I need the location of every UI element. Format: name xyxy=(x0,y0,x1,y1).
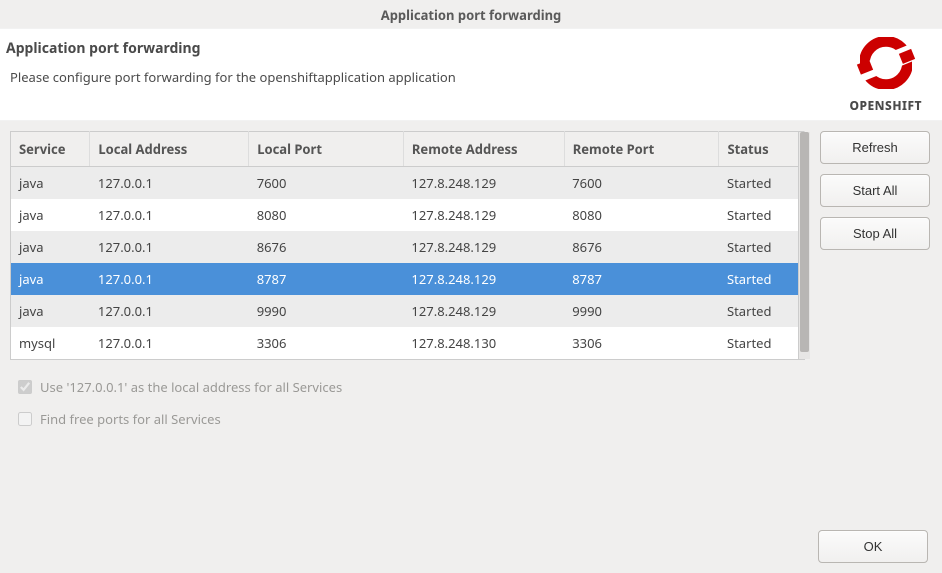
table-row[interactable]: java127.0.0.19990127.8.248.1299990Starte… xyxy=(11,295,805,327)
cell-status: Started xyxy=(719,167,805,200)
refresh-button[interactable]: Refresh xyxy=(820,131,930,164)
cell-local-port: 7600 xyxy=(249,167,404,200)
use-local-address-option: Use '127.0.0.1' as the local address for… xyxy=(18,378,936,396)
use-local-address-checkbox xyxy=(18,380,32,394)
cell-local-address: 127.0.0.1 xyxy=(90,327,249,360)
col-remote-address[interactable]: Remote Address xyxy=(403,132,564,167)
cell-local-port: 9990 xyxy=(249,295,404,327)
cell-service: mysql xyxy=(11,327,90,360)
table-body: java127.0.0.17600127.8.248.1297600Starte… xyxy=(11,167,805,360)
footer: OK xyxy=(818,530,928,563)
brand-text: OPENSHIFT xyxy=(849,97,922,114)
cell-local-port: 8080 xyxy=(249,199,404,231)
table-row[interactable]: java127.0.0.18080127.8.248.1298080Starte… xyxy=(11,199,805,231)
cell-local-port: 8787 xyxy=(249,263,404,295)
table-row[interactable]: java127.0.0.18676127.8.248.1298676Starte… xyxy=(11,231,805,263)
cell-local-port: 8676 xyxy=(249,231,404,263)
cell-remote-address: 127.8.248.130 xyxy=(403,327,564,360)
header-text: Application port forwarding Please confi… xyxy=(6,33,456,86)
table-row[interactable]: java127.0.0.17600127.8.248.1297600Starte… xyxy=(11,167,805,200)
cell-local-address: 127.0.0.1 xyxy=(90,231,249,263)
cell-local-address: 127.0.0.1 xyxy=(90,167,249,200)
table-row[interactable]: mysql127.0.0.13306127.8.248.1303306Start… xyxy=(11,327,805,360)
cell-local-address: 127.0.0.1 xyxy=(90,199,249,231)
options-panel: Use '127.0.0.1' as the local address for… xyxy=(0,364,942,428)
cell-remote-port: 8676 xyxy=(564,231,719,263)
cell-status: Started xyxy=(719,295,805,327)
cell-remote-address: 127.8.248.129 xyxy=(403,231,564,263)
openshift-logo-icon xyxy=(851,33,921,93)
cell-remote-address: 127.8.248.129 xyxy=(403,199,564,231)
free-ports-label: Find free ports for all Services xyxy=(40,410,221,428)
cell-service: java xyxy=(11,167,90,200)
cell-status: Started xyxy=(719,327,805,360)
port-forwarding-table[interactable]: Service Local Address Local Port Remote … xyxy=(10,131,805,360)
use-local-address-label: Use '127.0.0.1' as the local address for… xyxy=(40,378,342,396)
section-description: Please configure port forwarding for the… xyxy=(6,68,456,86)
section-title: Application port forwarding xyxy=(6,39,456,68)
cell-remote-address: 127.8.248.129 xyxy=(403,295,564,327)
cell-remote-port: 7600 xyxy=(564,167,719,200)
cell-status: Started xyxy=(719,231,805,263)
cell-local-address: 127.0.0.1 xyxy=(90,295,249,327)
cell-service: java xyxy=(11,295,90,327)
free-ports-checkbox xyxy=(18,412,32,426)
table-header-row: Service Local Address Local Port Remote … xyxy=(11,132,805,167)
port-forwarding-table-wrap: Service Local Address Local Port Remote … xyxy=(10,131,810,360)
col-local-port[interactable]: Local Port xyxy=(249,132,404,167)
stop-all-button[interactable]: Stop All xyxy=(820,217,930,250)
cell-remote-port: 8787 xyxy=(564,263,719,295)
cell-service: java xyxy=(11,263,90,295)
cell-service: java xyxy=(11,231,90,263)
body: Service Local Address Local Port Remote … xyxy=(0,121,942,364)
cell-remote-address: 127.8.248.129 xyxy=(403,263,564,295)
cell-status: Started xyxy=(719,199,805,231)
col-status[interactable]: Status xyxy=(719,132,805,167)
cell-status: Started xyxy=(719,263,805,295)
col-remote-port[interactable]: Remote Port xyxy=(564,132,719,167)
cell-local-address: 127.0.0.1 xyxy=(90,263,249,295)
cell-remote-port: 9990 xyxy=(564,295,719,327)
side-button-panel: Refresh Start All Stop All xyxy=(820,131,930,250)
cell-remote-port: 3306 xyxy=(564,327,719,360)
col-service[interactable]: Service xyxy=(11,132,90,167)
ok-button[interactable]: OK xyxy=(818,530,928,563)
vertical-scrollbar[interactable] xyxy=(798,132,810,359)
start-all-button[interactable]: Start All xyxy=(820,174,930,207)
window-title: Application port forwarding xyxy=(0,0,942,28)
cell-service: java xyxy=(11,199,90,231)
cell-remote-port: 8080 xyxy=(564,199,719,231)
col-local-address[interactable]: Local Address xyxy=(90,132,249,167)
header: Application port forwarding Please confi… xyxy=(0,28,942,121)
table-row[interactable]: java127.0.0.18787127.8.248.1298787Starte… xyxy=(11,263,805,295)
scrollbar-thumb[interactable] xyxy=(800,132,809,352)
brand-block: OPENSHIFT xyxy=(849,33,922,114)
cell-local-port: 3306 xyxy=(249,327,404,360)
cell-remote-address: 127.8.248.129 xyxy=(403,167,564,200)
free-ports-option: Find free ports for all Services xyxy=(18,410,936,428)
